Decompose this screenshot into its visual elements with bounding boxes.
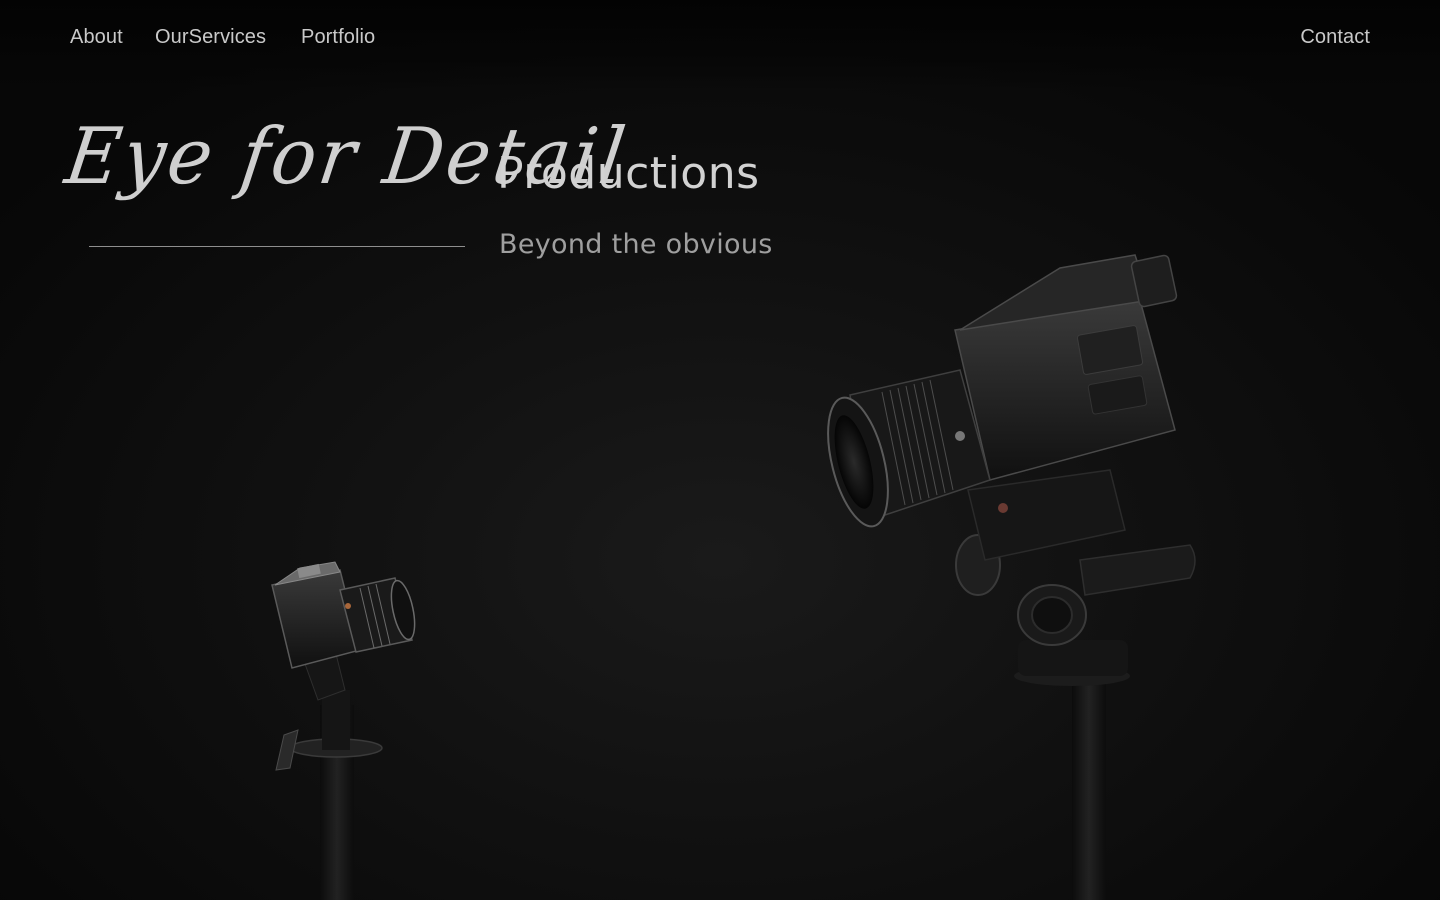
brand-title-word: Productions [497, 148, 760, 199]
nav-portfolio-link[interactable]: Portfolio [301, 26, 375, 49]
nav-about-link[interactable]: About [70, 26, 123, 49]
large-camera [827, 254, 1196, 900]
title-divider [89, 246, 465, 247]
top-navigation: About OurServices Portfolio Contact [0, 0, 1440, 78]
nav-services-link[interactable]: OurServices [155, 26, 266, 49]
small-camera [271, 561, 416, 900]
nav-contact-link[interactable]: Contact [1300, 26, 1370, 49]
hero-section: About OurServices Portfolio Contact Eye … [0, 0, 1440, 900]
hero-tagline: Beyond the obvious [499, 229, 773, 260]
